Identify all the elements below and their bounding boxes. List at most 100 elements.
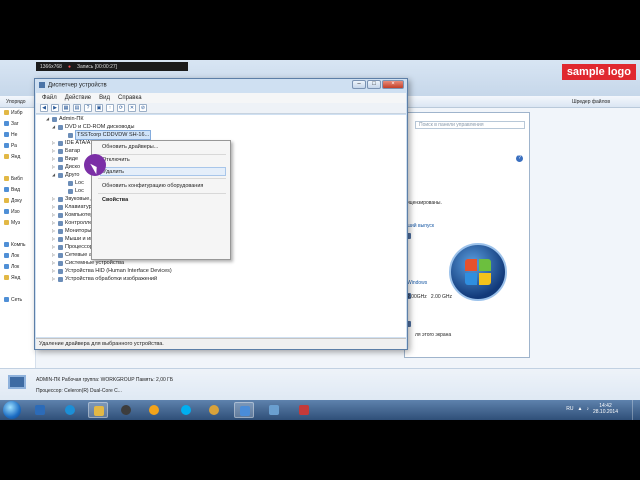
nav-item[interactable]: Библ [0, 174, 35, 185]
other-devices-icon [58, 172, 63, 178]
nav-item[interactable]: Муз [0, 218, 35, 229]
organize-button[interactable]: Упорядо [6, 99, 26, 105]
close-button[interactable]: × [382, 80, 404, 89]
update-link[interactable]: ший выпуск [407, 223, 434, 229]
clock[interactable]: 14:42 28.10.2014 [593, 403, 618, 415]
taskbar-app[interactable] [234, 402, 254, 418]
nav-item[interactable]: Лок [0, 251, 35, 262]
back-icon[interactable]: ◀ [40, 104, 48, 112]
collapse-icon[interactable]: ◢ [52, 171, 56, 179]
nav-item[interactable]: Лок [0, 262, 35, 273]
nav-item[interactable]: Вид [0, 185, 35, 196]
menu-action[interactable]: Действие [65, 93, 91, 103]
taskbar-app[interactable] [88, 402, 108, 418]
help-icon[interactable]: ? [516, 155, 523, 162]
menu-item-uninstall[interactable]: Удалить [100, 167, 226, 176]
expand-icon[interactable]: ▷ [52, 195, 56, 203]
menu-help[interactable]: Справка [118, 93, 142, 103]
expand-icon[interactable]: ▷ [52, 211, 56, 219]
expand-icon[interactable]: ▷ [52, 155, 56, 163]
forward-icon[interactable]: ▶ [51, 104, 59, 112]
expand-icon[interactable]: ▷ [52, 235, 56, 243]
expand-icon[interactable]: ▷ [52, 243, 56, 251]
nav-item[interactable]: Янд [0, 273, 35, 284]
expand-icon[interactable]: ▷ [52, 163, 56, 171]
menu-item-disable[interactable]: Отключить [100, 156, 226, 165]
taskbar-app[interactable] [30, 402, 50, 418]
nav-item[interactable]: Избр [0, 108, 35, 119]
windows-rating-link[interactable]: Windows [407, 280, 427, 286]
language-indicator[interactable]: RU [566, 406, 573, 412]
expand-icon[interactable]: ▷ [52, 147, 56, 155]
expand-icon[interactable]: ▷ [52, 219, 56, 227]
taskbar-app[interactable] [176, 402, 196, 418]
nav-item[interactable]: Не [0, 130, 35, 141]
tree-category-other[interactable]: ◢ Друго [52, 171, 79, 179]
file-shredder-button[interactable]: Шредер файлов [572, 99, 610, 105]
tree-category[interactable]: ▷ Устройства HID (Human Interface Devices… [52, 267, 172, 275]
nav-item[interactable]: Заг [0, 119, 35, 130]
taskbar-app[interactable] [294, 402, 314, 418]
menu-view[interactable]: Вид [99, 93, 110, 103]
window-title: Диспетчер устройств [39, 82, 107, 89]
uninstall-icon[interactable]: ✕ [128, 104, 136, 112]
minimize-button[interactable]: – [352, 80, 366, 89]
expand-icon[interactable]: ▷ [52, 251, 56, 259]
menu-file[interactable]: Файл [42, 93, 57, 103]
taskbar-app[interactable] [116, 402, 136, 418]
disable-icon[interactable]: ⊘ [139, 104, 147, 112]
expand-icon[interactable]: ▷ [52, 139, 56, 147]
tree-device-dvd[interactable]: TSSTcorp CDDVDW SH-16... [68, 130, 152, 140]
tree-category-disk[interactable]: ▷ Диско [52, 163, 80, 171]
tree-category[interactable]: ▷ Устройства обработки изображений [52, 275, 157, 283]
tree-root[interactable]: ◢ Admin-ПК [46, 115, 84, 123]
menu-item-properties[interactable]: Свойства [100, 196, 226, 205]
taskbar-app[interactable] [60, 402, 80, 418]
taskbar-app[interactable] [264, 402, 284, 418]
nav-item[interactable]: Ра [0, 141, 35, 152]
menu-item-update-driver[interactable]: Обновить драйверы... [100, 143, 226, 152]
expand-icon[interactable]: ▷ [52, 203, 56, 211]
record-icon[interactable]: ● [68, 64, 71, 70]
control-panel-search-input[interactable]: Поиск в панели управления [415, 121, 525, 129]
menu-divider [98, 193, 226, 194]
tree-category-battery[interactable]: ▷ Батар [52, 147, 80, 155]
menu-item-scan-hardware[interactable]: Обновить конфигурацию оборудования [100, 182, 226, 191]
nav-item[interactable]: Сеть [0, 295, 35, 306]
tree-category-video[interactable]: ▷ Виде [52, 155, 78, 163]
nav-item[interactable]: Компь [0, 240, 35, 251]
collapse-icon[interactable]: ◢ [52, 123, 56, 131]
help-icon[interactable]: ? [84, 104, 92, 112]
letterbox-top [0, 0, 640, 60]
tree-device-other[interactable]: Loc [68, 187, 84, 195]
view-icon[interactable]: ▣ [95, 104, 103, 112]
screen-recorder-toolbar[interactable]: 1366x768 ● Запись [00:00:27] [36, 62, 188, 71]
details-line-2: Процессор: Celeron(R) Dual-Core C... [36, 388, 122, 394]
nav-item[interactable]: Янд [0, 152, 35, 163]
tree-category[interactable]: ▷ Клавиатуры [52, 203, 96, 211]
nav-item[interactable]: Доку [0, 196, 35, 207]
update-driver-icon[interactable]: ↑ [106, 104, 114, 112]
tree-category[interactable]: ▷ Системные устройства [52, 259, 124, 267]
expand-icon[interactable]: ▷ [52, 259, 56, 267]
tree-category[interactable]: ▷ Компьютер [52, 211, 93, 219]
expand-icon[interactable]: ▷ [52, 267, 56, 275]
properties-icon[interactable]: ▤ [73, 104, 81, 112]
start-button[interactable] [3, 401, 21, 419]
network-icon[interactable]: ▲ [578, 406, 583, 412]
expand-icon[interactable]: ▷ [52, 227, 56, 235]
taskbar-app[interactable] [144, 402, 164, 418]
nav-item[interactable]: Изо [0, 207, 35, 218]
scan-icon[interactable]: ⟳ [117, 104, 125, 112]
tree-view-icon[interactable]: ▦ [62, 104, 70, 112]
expand-icon[interactable]: ▷ [52, 275, 56, 283]
tree-category[interactable]: ▷ Мониторы [52, 227, 91, 235]
show-desktop-button[interactable] [632, 400, 640, 420]
taskbar-app[interactable] [204, 402, 224, 418]
tree-device-other[interactable]: Loc [68, 179, 84, 187]
volume-icon[interactable]: ♪ [586, 406, 589, 412]
maximize-button[interactable]: □ [367, 80, 381, 89]
collapse-icon[interactable]: ◢ [46, 115, 50, 123]
